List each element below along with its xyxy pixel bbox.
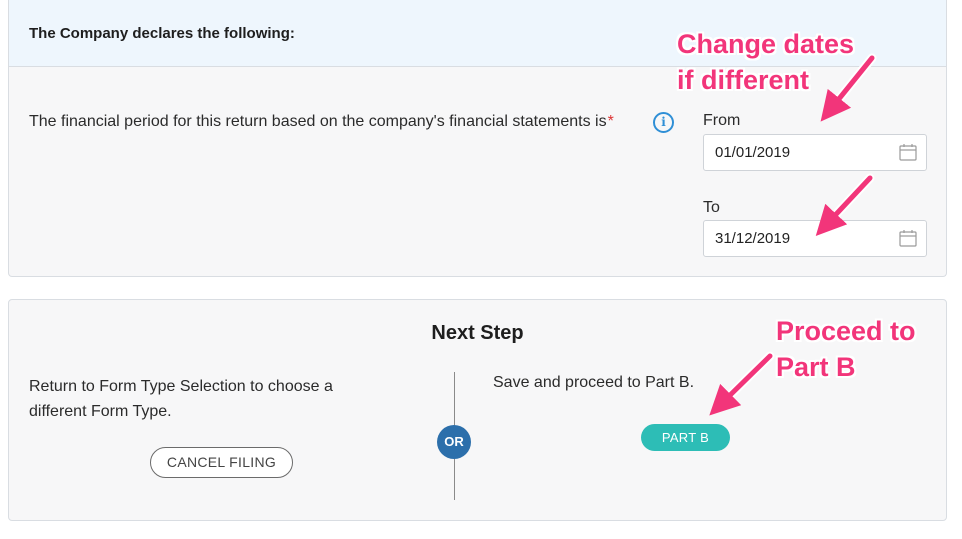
return-to-form-text: Return to Form Type Selection to choose …	[29, 378, 333, 420]
declaration-title: The Company declares the following:	[29, 25, 295, 42]
financial-period-label: The financial period for this return bas…	[29, 113, 614, 131]
from-date-value: 01/01/2019	[715, 144, 791, 161]
change-dates-line-2: if different	[677, 65, 809, 95]
calendar-icon[interactable]	[899, 229, 917, 247]
save-proceed-text: Save and proceed to Part B.	[493, 374, 695, 391]
change-dates-annotation: Change dates if different	[677, 26, 854, 98]
to-date-value: 31/12/2019	[715, 230, 791, 247]
proceed-line-2: Part B	[776, 352, 856, 382]
info-icon[interactable]: i	[653, 112, 674, 133]
required-mark: *	[607, 113, 614, 130]
financial-period-text: The financial period for this return bas…	[29, 113, 607, 130]
to-label: To	[703, 199, 720, 216]
calendar-icon[interactable]	[899, 143, 917, 161]
to-date-input[interactable]: 31/12/2019	[703, 220, 927, 257]
from-date-input[interactable]: 01/01/2019	[703, 134, 927, 171]
proceed-annotation: Proceed to Part B	[776, 313, 916, 385]
or-badge: OR	[437, 425, 471, 459]
part-b-button[interactable]: PART B	[641, 424, 730, 451]
cancel-filing-button[interactable]: CANCEL FILING	[150, 447, 293, 478]
from-label: From	[703, 112, 741, 129]
change-dates-line-1: Change dates	[677, 29, 855, 59]
proceed-line-1: Proceed to	[776, 316, 916, 346]
